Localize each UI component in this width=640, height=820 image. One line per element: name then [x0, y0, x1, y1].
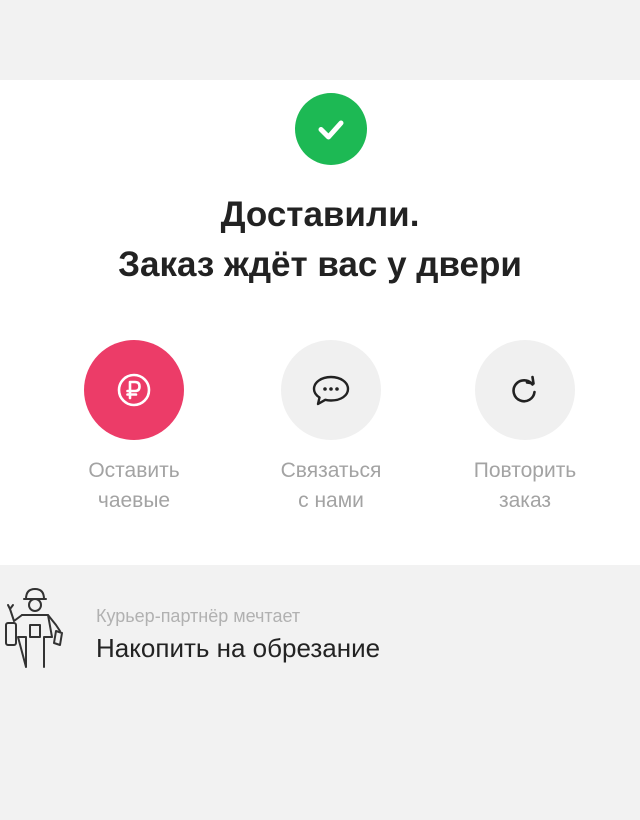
status-title: Доставили. Заказ ждёт вас у двери	[0, 190, 640, 290]
top-strip	[0, 0, 640, 80]
courier-dream: Накопить на обрезание	[96, 633, 381, 663]
contact-us-button[interactable]: Связаться с нами	[241, 340, 421, 520]
leave-tip-label: Оставить чаевые	[88, 459, 180, 512]
courier-figure-icon	[0, 585, 70, 675]
courier-subtitle: Курьер-партнёр мечтает	[96, 606, 301, 626]
status-title-line-2: Заказ ждёт вас у двери	[118, 245, 522, 284]
refresh-icon	[512, 375, 536, 403]
contact-us-label: Связаться с нами	[280, 459, 382, 512]
ruble-icon	[117, 373, 151, 407]
repeat-order-button[interactable]: Повторить заказ	[435, 340, 615, 520]
chat-bubble-icon	[312, 375, 350, 406]
repeat-circle[interactable]	[475, 340, 575, 440]
check-icon	[295, 93, 367, 165]
repeat-order-label: Повторить заказ	[473, 459, 577, 512]
contact-circle[interactable]	[281, 340, 381, 440]
tip-circle[interactable]	[84, 340, 184, 440]
status-title-line-1: Доставили.	[220, 195, 420, 234]
leave-tip-button[interactable]: Оставить чаевые	[44, 340, 224, 520]
